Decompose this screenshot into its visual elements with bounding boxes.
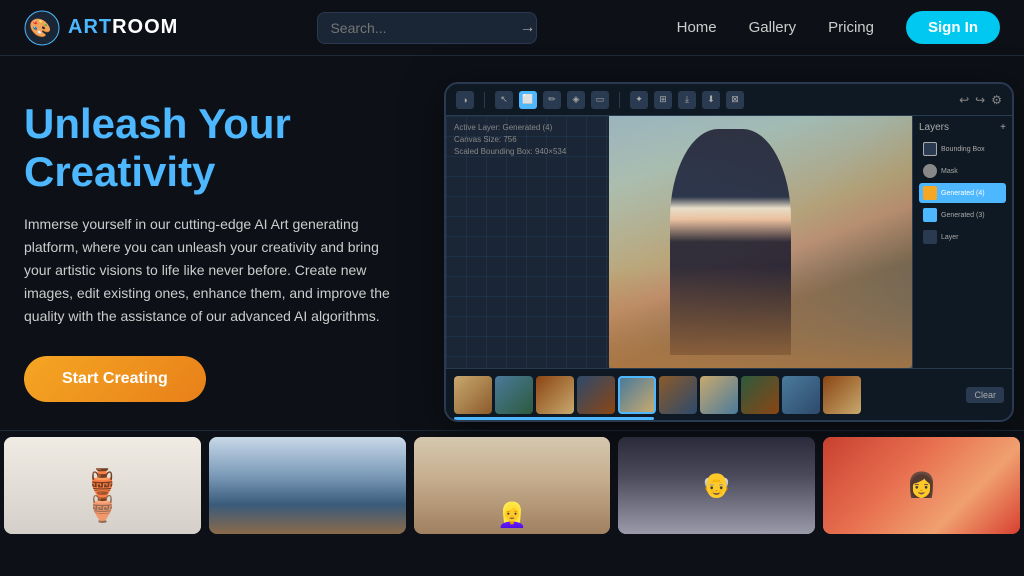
gallery-thumb-image-2	[209, 437, 406, 534]
filmstrip-thumb-7[interactable]	[700, 376, 738, 414]
logo: 🎨 ARTROOM	[24, 10, 178, 46]
search-button[interactable]: →	[519, 19, 535, 37]
filmstrip-thumb-2[interactable]	[495, 376, 533, 414]
download-tool[interactable]: ⤓	[678, 91, 696, 109]
layer-generated-4[interactable]: Generated (4)	[919, 183, 1006, 203]
nav-links: Home Gallery Pricing Sign In	[677, 11, 1000, 44]
tool-separator	[484, 92, 485, 108]
move-tool[interactable]: ✦	[630, 91, 648, 109]
signin-button[interactable]: Sign In	[906, 11, 1000, 44]
layer-thumb-mask	[923, 164, 937, 178]
canvas-area[interactable]: Active Layer: Generated (4) Canvas Size:…	[446, 116, 912, 368]
search-bar[interactable]: →	[317, 12, 537, 44]
gallery-thumb-image-3: 👱‍♀️	[414, 437, 611, 534]
paint-tool[interactable]: ✏	[543, 91, 561, 109]
layer-thumb-generated	[923, 186, 937, 200]
filmstrip-thumb-10[interactable]	[823, 376, 861, 414]
add-layer-button[interactable]: +	[1000, 122, 1006, 133]
redo-button[interactable]: ↪	[975, 93, 985, 107]
hero-description: Immerse yourself in our cutting-edge AI …	[24, 213, 404, 328]
editor-mockup: ◑ ↖ ⬜ ✏ ◈ ▭ ✦ ⊞ ⤓ ⬇ ⊠ ↩ ↪ ⚙	[444, 82, 1014, 422]
navigation: 🎨 ARTROOM → Home Gallery Pricing Sign In	[0, 0, 1024, 56]
logo-text: ARTROOM	[68, 16, 178, 39]
layer-bounding-box[interactable]: Bounding Box	[919, 139, 1006, 159]
gallery-item-2[interactable]	[209, 437, 406, 534]
editor-toolbar: ◑ ↖ ⬜ ✏ ◈ ▭ ✦ ⊞ ⤓ ⬇ ⊠ ↩ ↪ ⚙	[446, 84, 1012, 116]
canvas-info: Active Layer: Generated (4) Canvas Size:…	[454, 122, 566, 158]
shape-tool[interactable]: ▭	[591, 91, 609, 109]
hero-section: Unleash Your Creativity Immerse yourself…	[0, 56, 1024, 422]
filmstrip: Clear	[446, 368, 1012, 420]
fill-tool[interactable]: ◈	[567, 91, 585, 109]
gallery-item-1[interactable]: 🏺	[4, 437, 201, 534]
hero-right: ◑ ↖ ⬜ ✏ ◈ ▭ ✦ ⊞ ⤓ ⬇ ⊠ ↩ ↪ ⚙	[444, 82, 1014, 422]
filmstrip-progress	[454, 417, 654, 420]
gallery-thumb-image-4: 👴	[618, 437, 815, 534]
nav-gallery[interactable]: Gallery	[749, 19, 797, 36]
export-tool[interactable]: ⬇	[702, 91, 720, 109]
filmstrip-thumb-9[interactable]	[782, 376, 820, 414]
brightness-tool[interactable]: ◑	[456, 91, 474, 109]
filmstrip-thumb-1[interactable]	[454, 376, 492, 414]
layers-title: Layers +	[919, 122, 1006, 133]
settings-icon[interactable]: ⚙	[991, 93, 1002, 107]
hero-left: Unleash Your Creativity Immerse yourself…	[24, 92, 444, 402]
delete-tool[interactable]: ⊠	[726, 91, 744, 109]
layer-thumb-3	[923, 208, 937, 222]
toolbar-right: ↩ ↪ ⚙	[959, 93, 1002, 107]
start-creating-button[interactable]: Start Creating	[24, 356, 206, 402]
logo-icon: 🎨	[24, 10, 60, 46]
filmstrip-clear-button[interactable]: Clear	[966, 387, 1004, 403]
nav-home[interactable]: Home	[677, 19, 717, 36]
undo-button[interactable]: ↩	[959, 93, 969, 107]
gallery-item-3[interactable]: 👱‍♀️	[414, 437, 611, 534]
layer-thumb-base	[923, 230, 937, 244]
gallery-item-4[interactable]: 👴	[618, 437, 815, 534]
grid-tool[interactable]: ⊞	[654, 91, 672, 109]
layers-panel: Layers + Bounding Box Mask Generated (4)	[912, 116, 1012, 368]
layer-base[interactable]: Layer	[919, 227, 1006, 247]
filmstrip-thumb-4[interactable]	[577, 376, 615, 414]
layer-thumb	[923, 142, 937, 156]
gallery-item-5[interactable]: 👩	[823, 437, 1020, 534]
tool-separator-2	[619, 92, 620, 108]
gallery-thumb-image-1: 🏺	[4, 437, 201, 534]
svg-text:🎨: 🎨	[29, 17, 51, 38]
gallery-strip: 🏺 👱‍♀️ 👴 👩	[0, 430, 1024, 540]
nav-pricing[interactable]: Pricing	[828, 19, 874, 36]
canvas-image	[609, 116, 912, 368]
cursor-tool[interactable]: ↖	[495, 91, 513, 109]
filmstrip-thumb-3[interactable]	[536, 376, 574, 414]
gallery-thumb-image-5: 👩	[823, 437, 1020, 534]
search-input[interactable]	[330, 20, 511, 36]
filmstrip-thumb-8[interactable]	[741, 376, 779, 414]
filmstrip-thumb-5[interactable]	[618, 376, 656, 414]
filmstrip-thumb-6[interactable]	[659, 376, 697, 414]
select-tool[interactable]: ⬜	[519, 91, 537, 109]
hero-title: Unleash Your Creativity	[24, 100, 444, 197]
layer-mask[interactable]: Mask	[919, 161, 1006, 181]
layer-generated-3[interactable]: Generated (3)	[919, 205, 1006, 225]
editor-body: Active Layer: Generated (4) Canvas Size:…	[446, 116, 1012, 368]
